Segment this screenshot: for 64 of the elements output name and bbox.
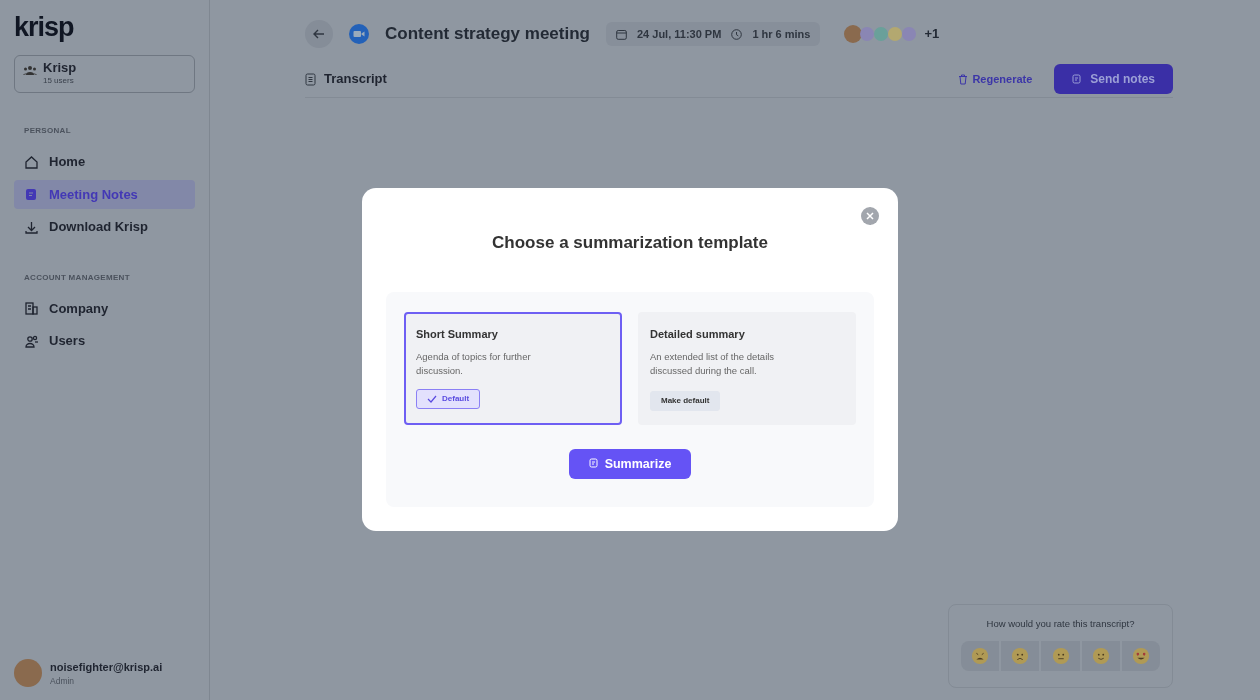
building-icon xyxy=(24,301,39,317)
video-camera-icon xyxy=(349,24,369,44)
back-button[interactable] xyxy=(305,20,333,48)
workspace-name: Krisp xyxy=(43,61,77,76)
meeting-duration: 1 hr 6 mins xyxy=(752,26,811,42)
notes-icon xyxy=(1072,73,1083,85)
member-count: 15 users xyxy=(43,75,75,88)
rating-option[interactable] xyxy=(961,641,1000,671)
user-email: noisefighter@krisp.ai xyxy=(50,659,163,675)
logo: krisp xyxy=(14,14,75,41)
users-icon xyxy=(23,65,37,75)
participant-count: +1 xyxy=(924,25,940,44)
tab[interactable]: Transcript xyxy=(305,69,387,89)
frowning-face-icon xyxy=(1011,647,1030,665)
template-title: Short Summary xyxy=(416,326,499,342)
template-title: Detailed summary xyxy=(650,326,746,342)
calendar-icon xyxy=(616,28,627,40)
meeting-title: Content strategy meeting xyxy=(385,23,590,46)
clock-icon xyxy=(731,28,743,40)
template-description: An extended list of the details discussed during the call. xyxy=(650,350,776,378)
rating-option[interactable] xyxy=(1041,641,1080,671)
section-heading: PERSONAL xyxy=(24,125,72,138)
document-icon xyxy=(305,72,316,86)
avatar xyxy=(14,659,42,688)
send-notes-button[interactable]: Send notes xyxy=(1054,64,1173,94)
meeting-date: 24 Jul, 11:30 PM xyxy=(637,26,722,42)
users-icon xyxy=(24,333,39,349)
smiling-face-icon xyxy=(1091,647,1110,665)
make-default-button[interactable]: Make default xyxy=(650,390,721,411)
avatar xyxy=(902,27,917,41)
heart-eyes-face-icon xyxy=(1131,647,1150,665)
rating-option[interactable] xyxy=(1121,641,1160,671)
default-badge: Default xyxy=(416,388,481,409)
rating-option[interactable] xyxy=(1081,641,1120,671)
avatar xyxy=(874,27,889,41)
back-arrow-icon xyxy=(313,29,325,39)
user-role: Admin xyxy=(50,675,76,688)
weary-face-icon xyxy=(971,647,990,665)
avatar xyxy=(844,25,863,43)
regenerate-button[interactable]: Regenerate xyxy=(952,69,1039,89)
dialog-title: Choose a summarization template xyxy=(491,232,769,254)
summarize-button[interactable]: Summarize xyxy=(568,448,692,480)
check-icon xyxy=(427,394,437,403)
close-icon xyxy=(866,212,874,220)
avatar xyxy=(888,27,903,41)
neutral-face-icon xyxy=(1051,647,1070,665)
download-icon xyxy=(24,219,39,235)
notes-icon xyxy=(24,187,39,203)
workspace-switcher[interactable]: Krisp 15 users xyxy=(14,55,195,94)
rating-option[interactable] xyxy=(1001,641,1040,671)
rating-question: How would you rate this transcript? xyxy=(985,616,1136,631)
sidebar-item[interactable]: Home xyxy=(14,147,195,177)
avatar xyxy=(860,27,875,41)
sidebar-item[interactable]: Users xyxy=(14,326,195,356)
notes-icon xyxy=(588,458,599,470)
template-description: Agenda of topics for further discussion. xyxy=(416,350,532,378)
sidebar-item[interactable]: Download Krisp xyxy=(14,212,195,242)
template-card[interactable]: Detailed summary An extended list of the details discussed during the call. Make default xyxy=(638,311,856,425)
close-button[interactable] xyxy=(861,207,879,225)
home-icon xyxy=(24,154,39,170)
template-card[interactable]: Short Summary Agenda of topics for further discussion. Default xyxy=(404,311,622,425)
sidebar-item[interactable]: Company xyxy=(14,293,195,324)
section-heading: ACCOUNT MANAGEMENT xyxy=(24,271,131,284)
trash-icon xyxy=(958,73,969,85)
